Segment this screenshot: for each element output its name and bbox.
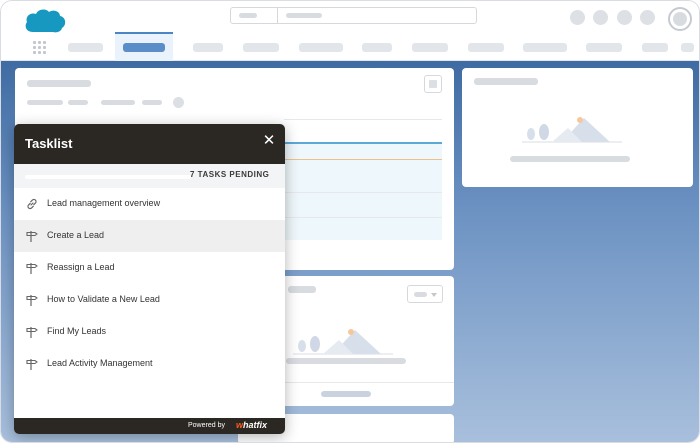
app-frame: Tasklist ✕ 7 TASKS PENDING Lead manageme… [0, 0, 700, 443]
nav-tab[interactable] [299, 43, 343, 52]
favorites-icon[interactable] [570, 10, 585, 25]
nav-tab[interactable] [642, 43, 668, 52]
signpost-icon [26, 231, 38, 242]
nav-tab[interactable] [523, 43, 567, 52]
signpost-icon [26, 295, 38, 306]
task-item-label: Find My Leads [47, 326, 107, 336]
task-item-lead-activity-management[interactable]: Lead Activity Management [14, 348, 285, 380]
filter-dropdown[interactable] [407, 285, 443, 303]
app-launcher-icon[interactable] [33, 41, 48, 54]
nav-tab[interactable] [193, 43, 223, 52]
tasklist-widget: Tasklist ✕ 7 TASKS PENDING Lead manageme… [14, 124, 285, 434]
task-item-create-a-lead[interactable]: Create a Lead [14, 220, 285, 252]
top-header [1, 1, 699, 61]
empty-state-illustration [293, 329, 393, 355]
search-scope-placeholder [239, 13, 257, 18]
global-search-input[interactable] [230, 7, 477, 24]
tasklist-title: Tasklist [25, 136, 73, 151]
help-icon[interactable] [617, 10, 632, 25]
signpost-icon [26, 263, 38, 274]
task-item-label: How to Validate a New Lead [47, 294, 160, 304]
task-item-label: Reassign a Lead [47, 262, 115, 272]
nav-tab[interactable] [586, 43, 622, 52]
nav-tab[interactable] [468, 43, 504, 52]
task-item-find-my-leads[interactable]: Find My Leads [14, 316, 285, 348]
progress-bar [25, 175, 191, 179]
powered-by-text: Powered by [188, 422, 225, 429]
tasklist-footer: Powered by whatfix [14, 418, 285, 434]
task-item-label: Lead management overview [47, 198, 161, 208]
nav-tab-active[interactable] [115, 32, 173, 61]
tasklist-header: Tasklist ✕ [14, 124, 285, 164]
task-item-how-to-validate-a-new-lead[interactable]: How to Validate a New Lead [14, 284, 285, 316]
task-item-label: Create a Lead [47, 230, 105, 240]
task-item-lead-management-overview[interactable]: Lead management overview [14, 188, 285, 220]
notifications-icon[interactable] [640, 10, 655, 25]
close-icon[interactable]: ✕ [262, 133, 276, 148]
user-avatar[interactable] [668, 7, 692, 31]
nav-tab[interactable] [68, 43, 103, 52]
whatfix-logo[interactable]: whatfix [236, 420, 267, 430]
task-item-label: Lead Activity Management [47, 358, 153, 368]
add-icon[interactable] [593, 10, 608, 25]
empty-state-illustration [522, 117, 622, 143]
nav-tab[interactable] [412, 43, 448, 52]
tasks-pending-count: 7 TASKS PENDING [190, 170, 270, 179]
cloud-logo-icon[interactable] [23, 6, 67, 36]
card-menu-button[interactable] [424, 75, 442, 93]
signpost-icon [26, 327, 38, 338]
dashboard-chart [284, 142, 442, 240]
nav-tab[interactable] [681, 43, 694, 52]
dashboard-card-right [462, 68, 693, 187]
nav-tab[interactable] [362, 43, 392, 52]
search-text-placeholder [286, 13, 322, 18]
signpost-icon [26, 359, 38, 370]
nav-tab[interactable] [243, 43, 279, 52]
tasklist-progress: 7 TASKS PENDING [14, 164, 285, 188]
task-item-reassign-a-lead[interactable]: Reassign a Lead [14, 252, 285, 284]
link-icon [27, 198, 37, 210]
